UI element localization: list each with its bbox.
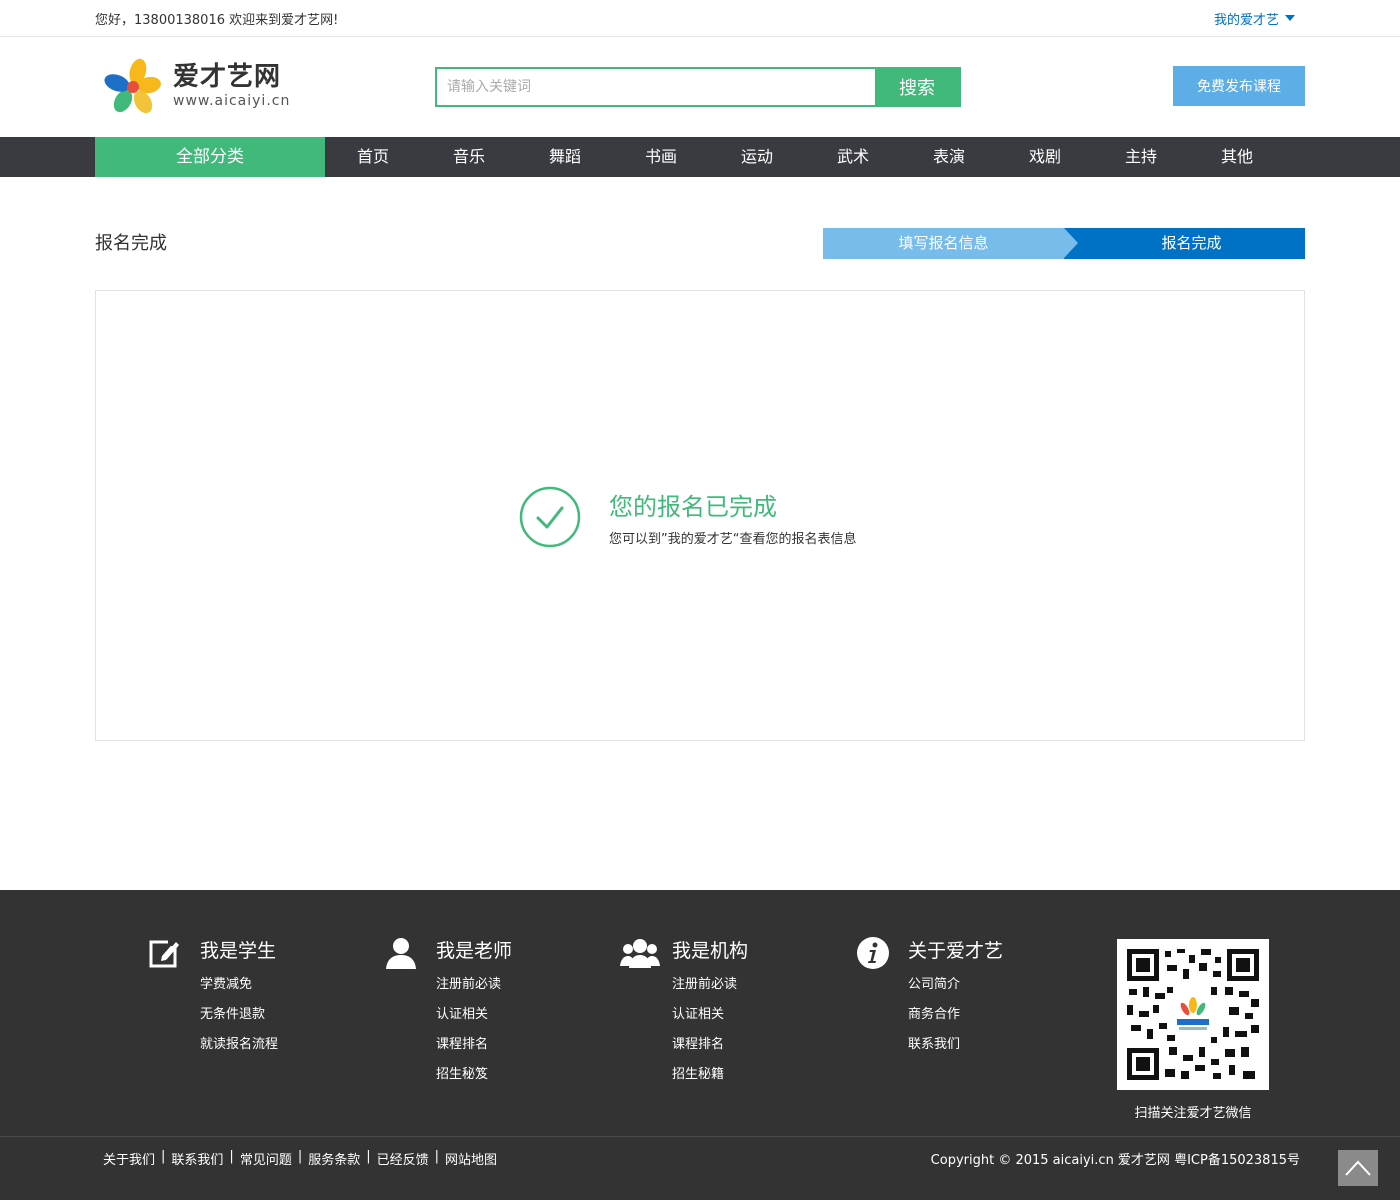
main-nav: 全部分类 首页 音乐 舞蹈 书画 运动 武术 表演 戏剧 主持 其他 (0, 137, 1400, 177)
copyright-text: Copyright © 2015 aicaiyi.cn 爱才艺网 粤ICP备15… (930, 1153, 1300, 1168)
success-message: 您的报名已完成 您可以到”我的爱才艺“查看您的报名表信息 (519, 486, 856, 548)
nav-item-hosting[interactable]: 主持 (1093, 137, 1189, 177)
link-sitemap[interactable]: 网站地图 (445, 1149, 497, 1168)
link-faq[interactable]: 常见问题 (240, 1149, 292, 1168)
my-account-label: 我的爱才艺 (1213, 12, 1279, 28)
chevron-up-icon (1345, 1160, 1371, 1176)
group-icon (620, 939, 660, 968)
search-box: 搜索 (435, 67, 961, 107)
footer-col-institution: 我是机构 注册前必读 认证相关 课程排名 招生秘籍 (620, 934, 856, 1090)
step-complete: 报名完成 (1064, 228, 1305, 259)
link-feedback[interactable]: 已经反馈 (377, 1149, 429, 1168)
nav-item-performance[interactable]: 表演 (901, 137, 997, 177)
footer-link[interactable]: 招生秘笈 (436, 1067, 488, 1082)
footer-link[interactable]: 课程排名 (436, 1037, 488, 1052)
footer-link[interactable]: 学费减免 (200, 977, 252, 992)
footer-link[interactable]: 注册前必读 (672, 977, 737, 992)
user-icon (386, 938, 416, 969)
wechat-qr-code (1117, 939, 1269, 1090)
nav-item-painting[interactable]: 书画 (613, 137, 709, 177)
link-contact-us[interactable]: 联系我们 (171, 1149, 223, 1168)
link-about-us[interactable]: 关于我们 (103, 1149, 155, 1168)
back-to-top-button[interactable] (1338, 1150, 1378, 1186)
footer-col-title: 我是学生 (200, 940, 277, 962)
search-input[interactable] (437, 69, 875, 105)
flower-logo-icon (104, 58, 161, 114)
footer-link[interactable]: 认证相关 (672, 1007, 724, 1022)
nav-item-dance[interactable]: 舞蹈 (517, 137, 613, 177)
footer-link[interactable]: 公司简介 (908, 977, 960, 992)
qr-caption: 扫描关注爱才艺微信 (1134, 1106, 1252, 1121)
footer-link[interactable]: 就读报名流程 (200, 1037, 278, 1052)
result-panel: 您的报名已完成 您可以到”我的爱才艺“查看您的报名表信息 (95, 290, 1305, 741)
nav-item-music[interactable]: 音乐 (421, 137, 517, 177)
nav-all-categories[interactable]: 全部分类 (95, 137, 325, 177)
footer-col-student: 我是学生 学费减免 无条件退款 就读报名流程 (148, 934, 384, 1090)
publish-course-button[interactable]: 免费发布课程 (1173, 66, 1305, 106)
progress-steps: 填写报名信息 报名完成 (823, 228, 1305, 259)
edit-icon (149, 936, 180, 968)
footer-link[interactable]: 招生秘籍 (672, 1067, 724, 1082)
check-circle-icon (519, 486, 581, 548)
footer-link[interactable]: 联系我们 (908, 1037, 960, 1052)
footer-col-teacher: 我是老师 注册前必读 认证相关 课程排名 招生秘笈 (384, 934, 620, 1090)
nav-item-martial-arts[interactable]: 武术 (805, 137, 901, 177)
footer: 我是学生 学费减免 无条件退款 就读报名流程 我是老师 注册前必读 认证相关 课… (0, 890, 1400, 1200)
greeting-text: 您好，13800138016 欢迎来到爱才艺网! (95, 12, 339, 28)
nav-item-sports[interactable]: 运动 (709, 137, 805, 177)
footer-link[interactable]: 课程排名 (672, 1037, 724, 1052)
search-button[interactable]: 搜索 (875, 69, 959, 105)
logo-name: 爱才艺网 (173, 62, 282, 92)
link-terms[interactable]: 服务条款 (308, 1149, 360, 1168)
footer-bottom-links: 关于我们 | 联系我们 | 常见问题 | 服务条款 | 已经反馈 | 网站地图 (103, 1149, 498, 1168)
footer-col-title: 关于爱才艺 (908, 940, 1004, 962)
site-logo[interactable]: 爱才艺网 www.aicaiyi.cn (103, 55, 290, 117)
page-title: 报名完成 (95, 233, 167, 254)
top-bar: 您好，13800138016 欢迎来到爱才艺网! 我的爱才艺 (0, 0, 1400, 37)
nav-item-other[interactable]: 其他 (1189, 137, 1285, 177)
caret-down-icon (1285, 15, 1295, 21)
result-subtitle: 您可以到”我的爱才艺“查看您的报名表信息 (609, 532, 857, 547)
footer-col-title: 我是机构 (672, 940, 749, 962)
footer-col-title: 我是老师 (436, 940, 513, 962)
qr-code-icon (1125, 947, 1261, 1082)
footer-col-about: 关于爱才艺 公司简介 商务合作 联系我们 (856, 934, 1092, 1090)
main-content: 报名完成 填写报名信息 报名完成 您的报名已完成 您可以到”我的爱才艺“查看您的… (0, 177, 1400, 890)
nav-item-home[interactable]: 首页 (325, 137, 421, 177)
footer-link[interactable]: 无条件退款 (200, 1007, 265, 1022)
my-account-menu[interactable]: 我的爱才艺 (1214, 9, 1295, 28)
info-icon (857, 937, 889, 969)
header: 爱才艺网 www.aicaiyi.cn 搜索 免费发布课程 (0, 37, 1400, 137)
footer-divider (0, 1136, 1400, 1137)
step-fill-info: 填写报名信息 (823, 228, 1078, 259)
nav-item-drama[interactable]: 戏剧 (997, 137, 1093, 177)
footer-link[interactable]: 认证相关 (436, 1007, 488, 1022)
logo-url: www.aicaiyi.cn (173, 93, 291, 109)
footer-link[interactable]: 注册前必读 (436, 977, 501, 992)
result-title: 您的报名已完成 (609, 493, 777, 521)
footer-link[interactable]: 商务合作 (908, 1007, 960, 1022)
